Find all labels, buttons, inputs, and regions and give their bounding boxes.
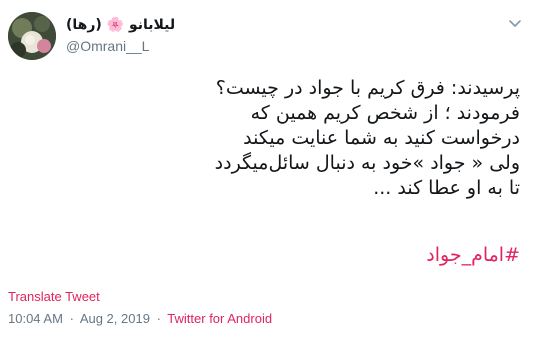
display-name[interactable]: لیلابانو 🌸 (رها) bbox=[66, 16, 175, 34]
meta-separator: · bbox=[69, 311, 74, 326]
tweet-line: تا به او عطا کند ... bbox=[373, 177, 520, 199]
user-handle[interactable]: @Omrani__L bbox=[66, 36, 175, 56]
user-names: لیلابانو 🌸 (رها) @Omrani__L bbox=[66, 16, 175, 56]
translate-tweet-link[interactable]: Translate Tweet bbox=[8, 289, 100, 305]
tweet-header: لیلابانو 🌸 (رها) @Omrani__L bbox=[8, 12, 526, 60]
tweet-time[interactable]: 10:04 AM bbox=[8, 311, 63, 326]
tweet-meta: 10:04 AM · Aug 2, 2019 · Twitter for And… bbox=[8, 311, 272, 327]
tweet-line: فرمودند ؛ از شخص کریم همین که bbox=[250, 102, 520, 124]
meta-separator: · bbox=[156, 311, 161, 326]
tweet-source-link[interactable]: Twitter for Android bbox=[167, 311, 272, 326]
tweet-date[interactable]: Aug 2, 2019 bbox=[80, 311, 150, 326]
hashtag-link[interactable]: #امام_جواد bbox=[426, 242, 520, 268]
chevron-down-icon[interactable] bbox=[508, 16, 522, 30]
tweet-line: ولی « جواد »خود به دنبال سائل‌میگردد bbox=[214, 152, 520, 174]
tweet-card: لیلابانو 🌸 (رها) @Omrani__L پرسیدند: فرق… bbox=[0, 0, 534, 340]
tweet-text: پرسیدند: فرق کریم با جواد در چیست؟ فرمود… bbox=[40, 76, 520, 201]
tweet-line: درخواست کنید به شما عنایت میکند bbox=[243, 127, 520, 149]
avatar[interactable] bbox=[8, 12, 56, 60]
tweet-line: پرسیدند: فرق کریم با جواد در چیست؟ bbox=[215, 77, 520, 99]
